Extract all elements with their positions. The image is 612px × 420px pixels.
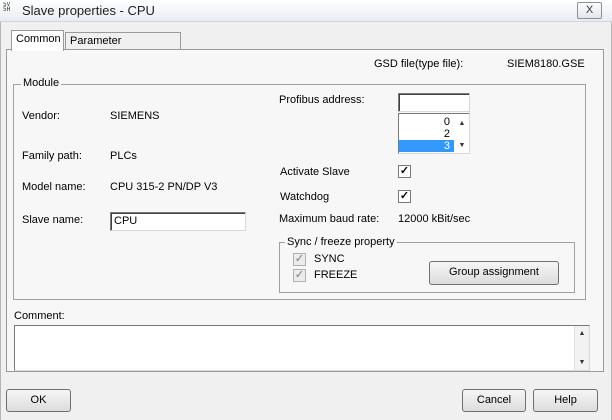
tab-common[interactable]: Common [11,30,64,51]
scroll-up-icon[interactable]: ▲ [455,118,469,129]
sync-freeze-legend: Sync / freeze property [285,236,397,248]
scroll-down-icon[interactable]: ▼ [575,357,589,368]
scroll-up-icon[interactable]: ▲ [575,328,589,339]
vendor-value: SIEMENS [110,110,160,122]
comment-textarea[interactable]: ▲ ▼ [14,325,590,371]
address-option-selected[interactable]: 3 [399,140,454,152]
model-name-value: CPU 315-2 PN/DP V3 [110,181,218,193]
module-legend: Module [21,77,62,89]
title-bar: 5V 5H Slave properties - CPU X [0,0,612,22]
sync-checkbox[interactable]: ✓ [293,253,306,266]
watchdog-checkbox[interactable]: ✓ [398,190,411,203]
family-path-value: PLCs [110,150,137,162]
address-option[interactable]: 2 [399,128,454,140]
cancel-button[interactable]: Cancel [462,389,526,412]
profibus-address-list[interactable]: 0 2 3 ▲ ▼ [398,113,470,154]
model-name-label: Model name: [22,181,86,193]
sync-label: SYNC [314,253,345,265]
address-option[interactable]: 0 [399,116,454,128]
ok-button[interactable]: OK [6,389,71,412]
tab-common-label: Common [16,33,61,45]
profibus-address-label: Profibus address: [279,94,365,106]
watchdog-label: Watchdog [280,191,330,203]
comment-label: Comment: [14,310,65,322]
family-path-label: Family path: [22,150,82,162]
max-baud-rate-value: 12000 kBit/sec [398,213,471,225]
scroll-down-icon[interactable]: ▼ [455,140,469,151]
app-icon: 5V 5H [3,2,11,13]
help-button[interactable]: Help [533,389,598,412]
max-baud-rate-label: Maximum baud rate: [279,213,380,225]
activate-slave-label: Activate Slave [280,166,350,178]
window-title: Slave properties - CPU [22,3,155,18]
close-button[interactable]: X [577,2,602,19]
vendor-label: Vendor: [22,110,60,122]
group-assignment-button[interactable]: Group assignment [429,261,559,285]
freeze-checkbox[interactable]: ✓ [293,269,306,282]
gsd-label: GSD file(type file): [374,58,464,70]
profibus-address-input[interactable] [398,93,470,112]
comment-scrollbar[interactable]: ▲ ▼ [574,326,589,370]
gsd-value: SIEM8180.GSE [507,58,585,70]
freeze-label: FREEZE [314,269,358,281]
slave-name-label: Slave name: [22,214,84,226]
slave-name-input[interactable]: CPU [110,212,246,231]
activate-slave-checkbox[interactable]: ✓ [398,165,411,178]
